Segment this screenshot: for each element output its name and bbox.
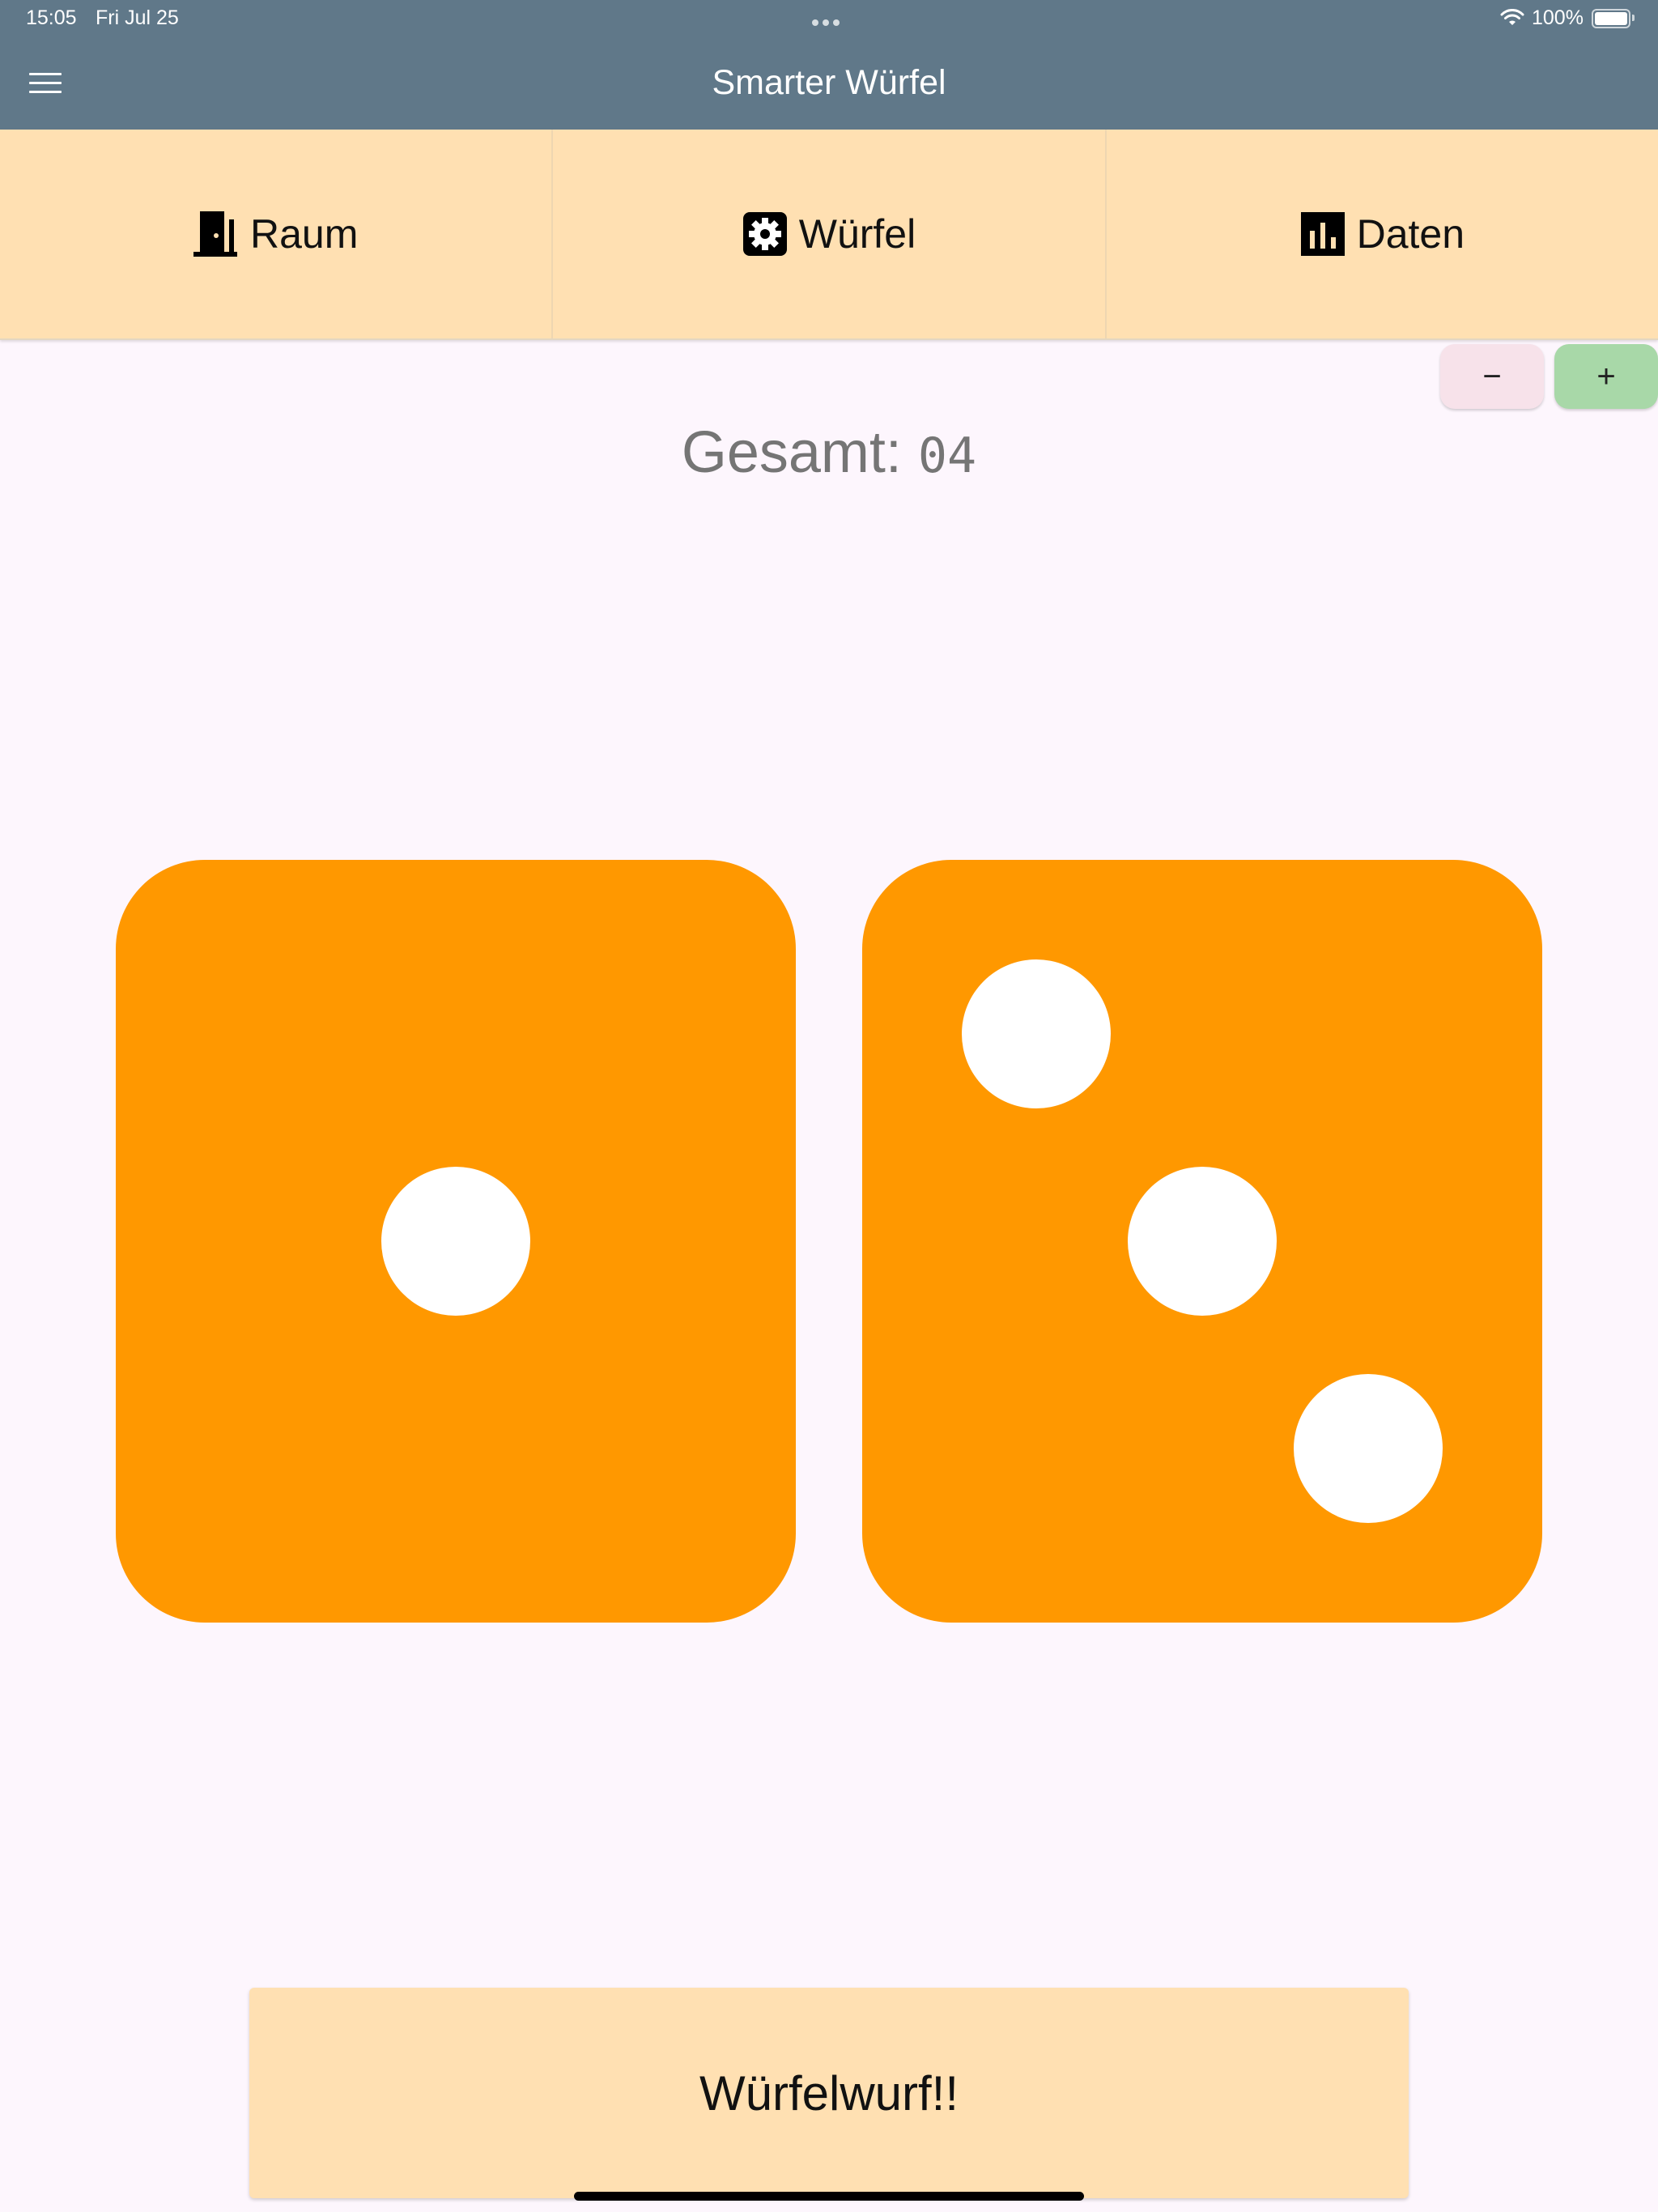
die-pip — [381, 1167, 530, 1316]
increase-dice-button[interactable]: + — [1554, 344, 1658, 409]
die-1[interactable] — [116, 860, 796, 1623]
roll-dice-button[interactable]: Würfelwurf!! — [249, 1988, 1409, 2198]
decrease-dice-button[interactable]: − — [1440, 344, 1544, 409]
dice-settings-icon — [742, 212, 787, 256]
tab-label: Daten — [1356, 211, 1465, 257]
die-2[interactable] — [862, 860, 1542, 1623]
tab-raum[interactable]: Raum — [0, 130, 554, 338]
tab-daten[interactable]: Daten — [1107, 130, 1658, 338]
bar-chart-icon — [1300, 212, 1345, 256]
status-date: Fri Jul 25 — [96, 6, 179, 29]
multitasking-dots-icon[interactable] — [812, 15, 844, 30]
tab-bar: Raum Würfel Daten — [0, 130, 1658, 340]
tab-label: Würfel — [798, 211, 916, 257]
home-indicator[interactable] — [574, 2192, 1084, 2201]
roll-button-label: Würfelwurf!! — [699, 2065, 959, 2121]
status-time: 15:05 — [26, 6, 77, 29]
tab-wuerfel[interactable]: Würfel — [553, 130, 1107, 338]
total-display: Gesamt: 04 — [0, 419, 1658, 486]
die-pip — [962, 959, 1111, 1108]
tab-label: Raum — [249, 211, 359, 257]
total-label: Gesamt: — [681, 420, 902, 485]
total-value: 04 — [917, 428, 977, 484]
die-pip — [1128, 1167, 1277, 1316]
app-title: Smarter Würfel — [712, 63, 946, 102]
wifi-icon — [1500, 9, 1524, 25]
app-bar: 15:05 Fri Jul 25 100% Smarter Würfel — [0, 0, 1658, 130]
battery-percentage: 100% — [1532, 6, 1584, 29]
die-pip — [1294, 1374, 1443, 1523]
battery-icon — [1592, 9, 1635, 28]
door-icon — [193, 211, 237, 257]
